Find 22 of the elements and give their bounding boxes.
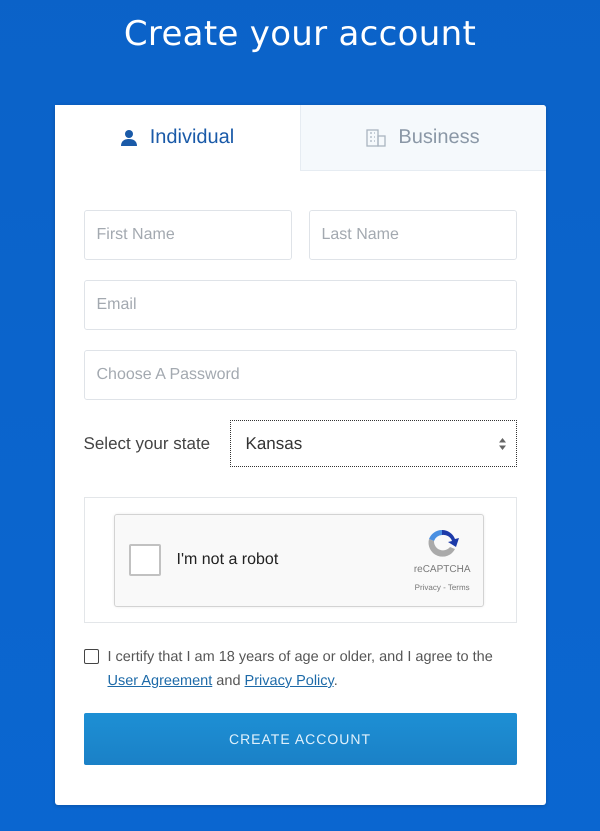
privacy-link[interactable]: Privacy (414, 582, 441, 592)
recaptcha-brand: reCAPTCHA (414, 564, 470, 574)
password-field[interactable]: Choose A Password (84, 350, 516, 400)
state-label: Select your state (84, 434, 212, 454)
agreement-text: I certify that I am 18 years of age or older, and I agree to the User Agreement and Privacy Policy. (108, 648, 494, 691)
building-icon (366, 128, 386, 146)
last-name-field[interactable]: Last Name (308, 210, 516, 260)
sort-arrows-icon (498, 438, 506, 450)
page-title: Create your account (124, 14, 476, 56)
state-select[interactable]: Kansas (230, 420, 516, 467)
account-type-tab[interactable]: Individual (54, 105, 300, 171)
person-icon (120, 128, 138, 146)
link-separator: - (442, 582, 447, 592)
agreement-checkbox[interactable] (84, 649, 98, 664)
captcha-checkbox[interactable] (128, 544, 160, 576)
privacy-policy-link[interactable]: Privacy Policy (244, 673, 334, 689)
email-field[interactable]: Email (84, 280, 516, 330)
captcha-label: I'm not a robot (176, 551, 280, 569)
create-account-button[interactable]: CREATE ACCOUNT (84, 713, 516, 765)
user-agreement-link[interactable]: User Agreement (108, 673, 212, 689)
terms-link[interactable]: Terms (448, 582, 470, 592)
first-name-field[interactable]: First Name (84, 210, 292, 260)
